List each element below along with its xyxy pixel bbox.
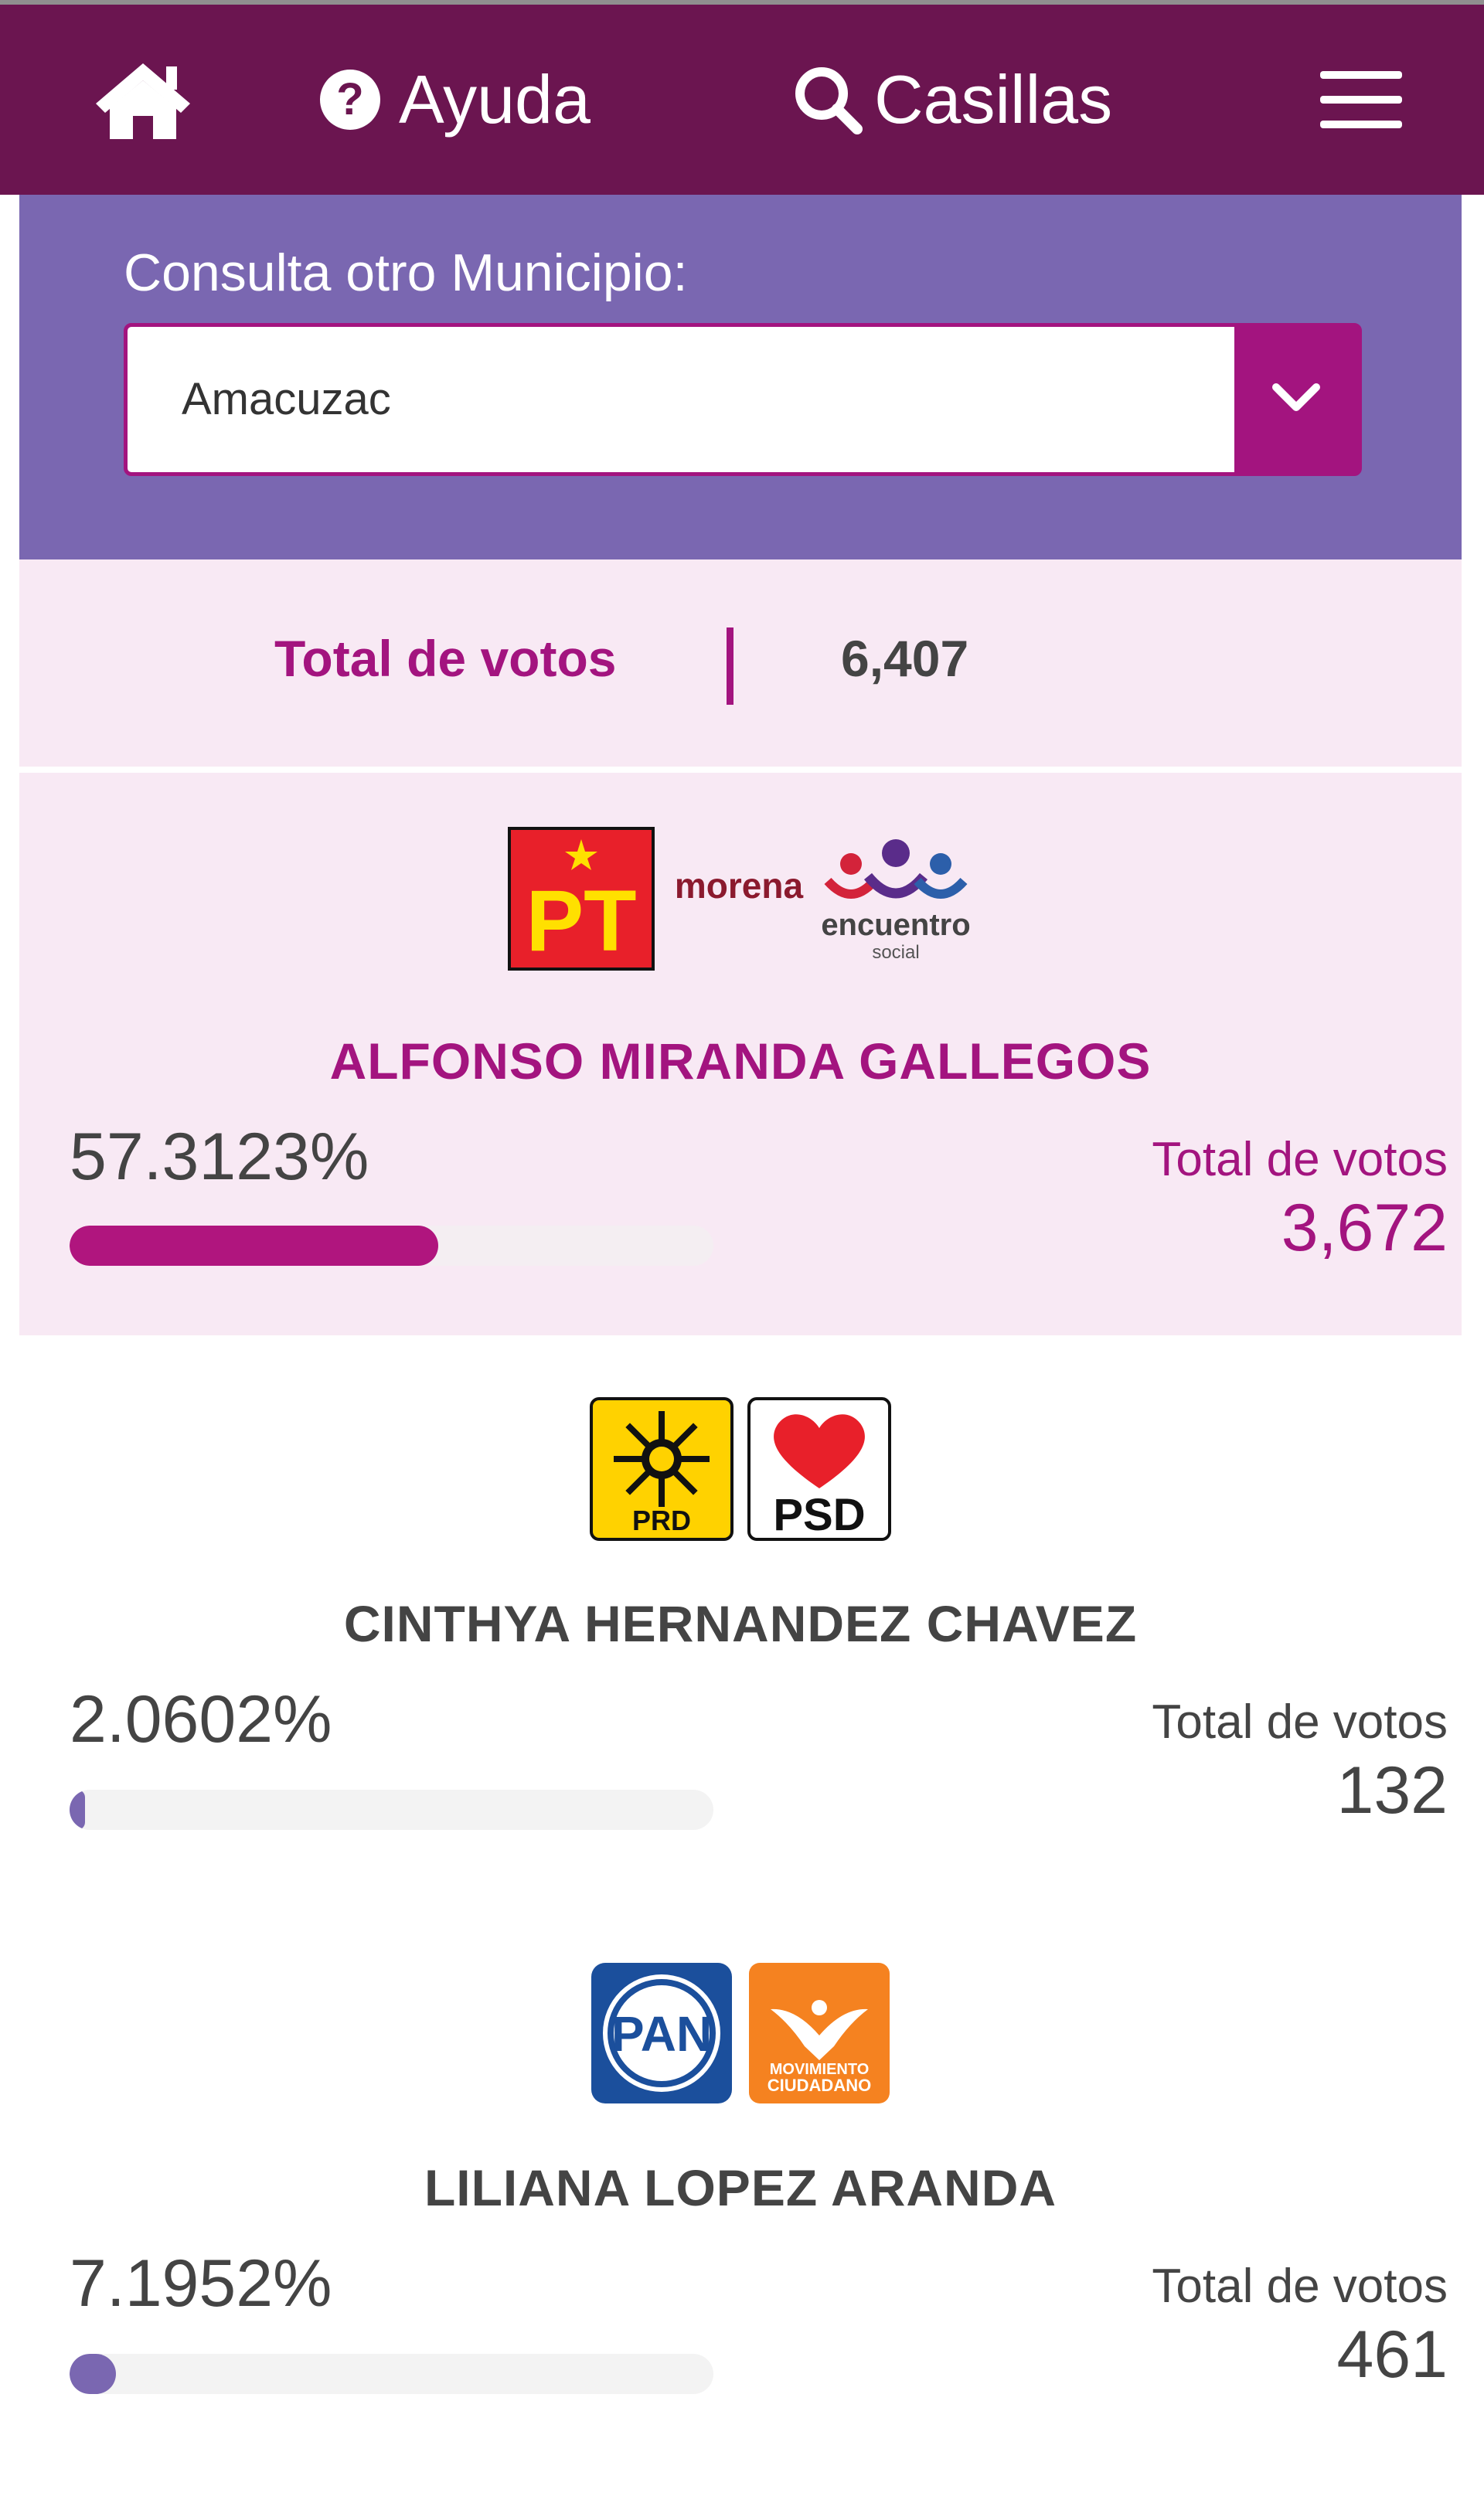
candidate-progress-fill	[70, 1790, 85, 1830]
svg-text:PT: PT	[526, 872, 636, 969]
svg-text:?: ?	[336, 74, 363, 124]
candidate-name: ALFONSO MIRANDA GALLEGOS	[329, 1032, 1152, 1090]
morena-logo: morena	[665, 864, 812, 914]
encuentro-social-logo: encuentro social	[819, 833, 973, 968]
search-icon	[792, 64, 863, 135]
candidate-progress-track	[70, 1226, 713, 1266]
menu-button[interactable]	[1320, 5, 1402, 195]
svg-text:PSD: PSD	[773, 1490, 865, 1540]
total-votes-label: Total de votos	[274, 630, 617, 687]
svg-text:encuentro: encuentro	[821, 908, 970, 942]
pt-logo: PT	[508, 826, 655, 974]
candidate-percent: 57.3123%	[70, 1120, 369, 1194]
prd-logo: PRD	[590, 1396, 733, 1545]
candidate-percent: 7.1952%	[70, 2246, 332, 2321]
help-nav-link[interactable]: ? Ayuda	[318, 5, 591, 195]
svg-text:social: social	[872, 942, 919, 963]
total-votes-divider	[727, 627, 733, 705]
candidate-votes-label: Total de votos	[1152, 1133, 1448, 1186]
movimiento-ciudadano-logo: MOVIMIENTO CIUDADANO	[747, 1961, 891, 2109]
municipio-panel: Consulta otro Municipio: Amacuzac	[19, 195, 1462, 559]
home-icon	[93, 57, 193, 142]
municipio-select[interactable]: Amacuzac	[124, 323, 1362, 476]
pan-logo: PAN	[590, 1961, 733, 2109]
help-icon: ?	[318, 68, 382, 131]
total-votes-summary: Total de votos 6,407	[19, 559, 1462, 767]
svg-text:CIUDADANO: CIUDADANO	[768, 2076, 871, 2095]
total-votes-value: 6,407	[841, 630, 969, 687]
candidate-votes-label: Total de votos	[1152, 1695, 1448, 1749]
party-logos: PRD PSD	[19, 1396, 1462, 1545]
menu-icon	[1320, 70, 1402, 130]
candidate-votes-value: 3,672	[1281, 1191, 1448, 1265]
chevron-down-icon	[1271, 383, 1321, 417]
party-logos: PT morena encuentro social	[19, 826, 1462, 974]
candidate-card: PRD PSD CINTHYA HERNANDEZ CHAVEZ 2.0602%…	[19, 1335, 1462, 1899]
help-nav-label: Ayuda	[399, 61, 591, 138]
candidate-percent: 2.0602%	[70, 1682, 332, 1757]
candidate-name: CINTHYA HERNANDEZ CHAVEZ	[343, 1595, 1138, 1652]
candidate-progress-fill	[70, 2354, 116, 2394]
svg-text:PAN: PAN	[611, 2006, 712, 2062]
candidate-progress-track	[70, 1790, 713, 1830]
svg-text:PRD: PRD	[632, 1505, 691, 1536]
casillas-nav-link[interactable]: Casillas	[792, 5, 1112, 195]
party-logos: PAN MOVIMIENTO CIUDADANO	[19, 1961, 1462, 2108]
municipio-dropdown-toggle[interactable]	[1234, 327, 1358, 472]
candidate-progress-track	[70, 2354, 713, 2394]
candidate-card: PAN MOVIMIENTO CIUDADANO LILIANA LOPEZ A…	[19, 1899, 1462, 2464]
candidate-progress-fill	[70, 1226, 438, 1266]
candidate-votes-value: 461	[1336, 2318, 1448, 2392]
home-nav-link[interactable]	[93, 5, 193, 195]
municipio-label: Consulta otro Municipio:	[124, 243, 688, 302]
candidate-votes-label: Total de votos	[1152, 2260, 1448, 2313]
top-nav-bar: ? Ayuda Casillas	[0, 0, 1484, 195]
casillas-nav-label: Casillas	[874, 61, 1113, 138]
psd-logo: PSD	[747, 1396, 891, 1545]
candidate-card: PT morena encuentro social ALFONSO MIRAN…	[19, 773, 1462, 1335]
candidate-name: LILIANA LOPEZ ARANDA	[424, 2159, 1057, 2216]
municipio-selected-value: Amacuzac	[182, 374, 391, 424]
candidate-votes-value: 132	[1336, 1753, 1448, 1828]
svg-text:morena: morena	[675, 866, 804, 906]
